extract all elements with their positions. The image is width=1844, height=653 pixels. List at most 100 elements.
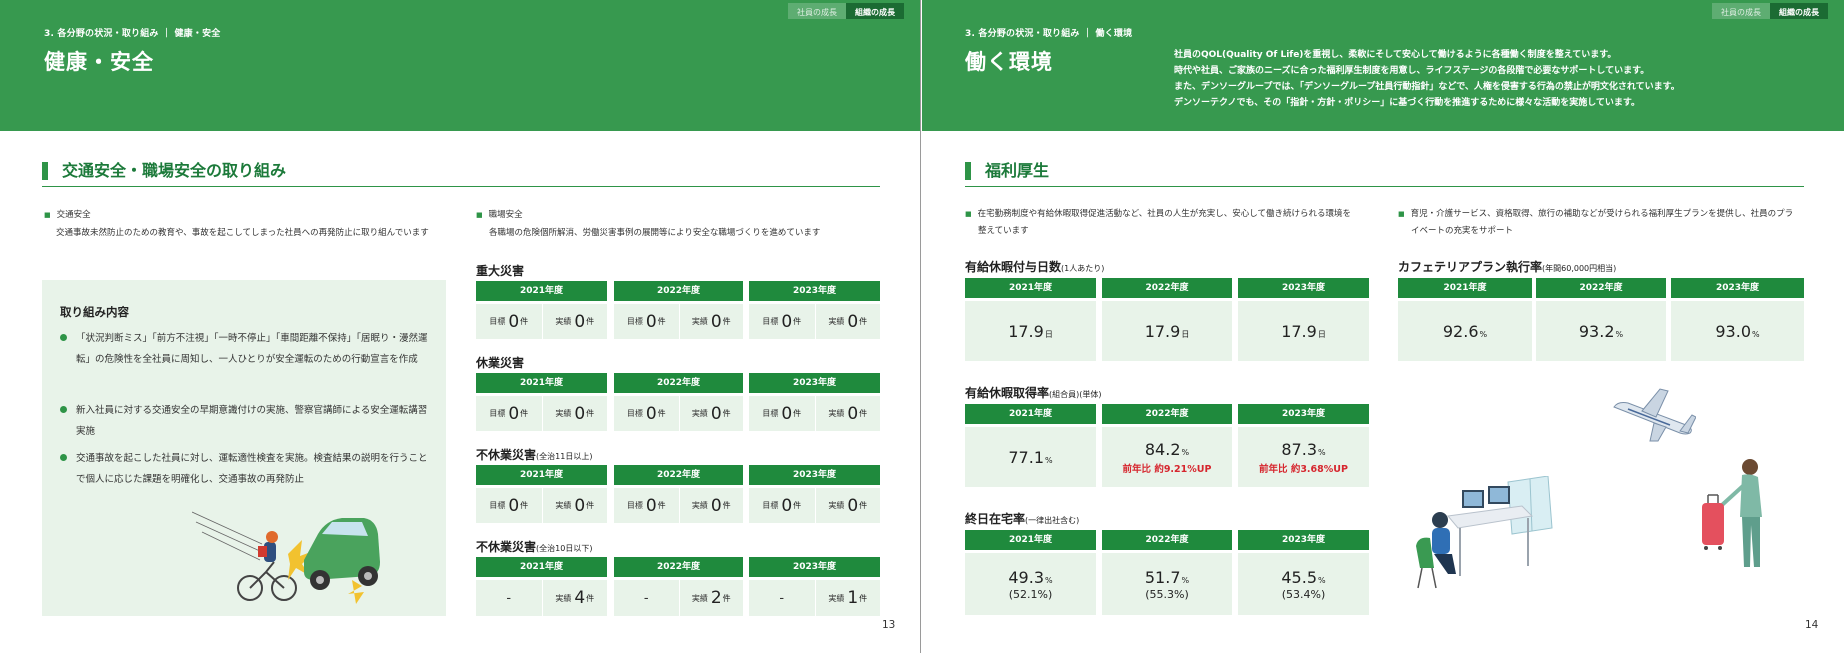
stat-cell: 目標 0 件 実績 0 件 <box>614 488 743 523</box>
year-header: 2023年度 <box>1238 278 1369 298</box>
non-lost-time-10-title: 不休業災害(全治10日以下) <box>476 540 593 554</box>
serious-accident-title: 重大災害 <box>476 264 525 278</box>
actual-value: 実績 0 件 <box>678 488 744 523</box>
traffic-safety-text: 交通事故未然防止のための教育や、事故を起こしてしまった社員への再発防止に取り組ん… <box>56 228 429 238</box>
bullet-dot <box>60 454 67 461</box>
section-tabs: 社員の成長 組織の成長 <box>788 3 904 19</box>
bullet-dot <box>60 334 67 341</box>
intro-line: 社員のQOL(Quality Of Life)を重視し、柔軟にそして安心して働け… <box>1174 50 1617 60</box>
target-value: 目標 0 件 <box>762 495 802 516</box>
year-header: 2022年度 <box>614 373 743 393</box>
year-header: 2023年度 <box>1238 404 1369 424</box>
stat-cell: 目標 0 件 実績 0 件 <box>749 304 880 339</box>
year-header: 2021年度 <box>476 557 607 577</box>
initiative-item: 「状況判断ミス」「前方不注視」「一時不停止」「車間距離不保持」「居眠り・漫然運転… <box>60 328 428 370</box>
stat-cell: 目標 0 件 実績 0 件 <box>476 488 607 523</box>
remote-sub-value: (55.3%) <box>1145 587 1189 601</box>
cafeteria-value: 93.0% <box>1671 301 1804 361</box>
breadcrumb: 3. 各分野の状況・取り組み ｜ 働く環境 <box>965 29 1133 39</box>
stat-cell: 目標 0 件 実績 0 件 <box>614 396 743 431</box>
bullet-line: ■ 育児・介護サービス、資格取得、旅行の補助などが受けられる福利厚生プランを提供し… <box>1398 209 1794 219</box>
year-header: 2021年度 <box>476 465 607 485</box>
section-title: 福利厚生 <box>965 162 1049 180</box>
page-13: 3. 各分野の状況・取り組み ｜ 健康・安全 健康・安全 社員の成長 組織の成長… <box>0 0 921 653</box>
remote-value: 49.3% (52.1%) <box>965 553 1096 615</box>
yoy-note: 前年比 約3.68%UP <box>1259 463 1348 475</box>
year-header: 2023年度 <box>1238 530 1369 550</box>
year-header: 2021年度 <box>476 373 607 393</box>
tab-org-growth[interactable]: 組織の成長 <box>846 3 904 19</box>
year-header: 2021年度 <box>476 281 607 301</box>
year-header: 2023年度 <box>749 281 880 301</box>
tab-employee-growth[interactable]: 社員の成長 <box>788 3 846 19</box>
year-header: 2023年度 <box>749 557 880 577</box>
target-value: 目標 0 件 <box>626 311 666 332</box>
workplace-safety-text: 各職場の危険個所解消、労働災害事例の展開等により安全な職場づくりを進めています <box>489 228 821 238</box>
year-header: 2022年度 <box>1102 278 1232 298</box>
cafeteria-plan-title: カフェテリアプラン執行率(年間60,000円相当) <box>1398 260 1617 274</box>
header-banner: 3. 各分野の状況・取り組み ｜ 働く環境 働く環境 社員のQOL(Qualit… <box>922 0 1844 131</box>
intro-line: デンソーテクノでも、その「指針・方針・ポリシー」に基づく行動を推進するために様々… <box>1174 98 1641 108</box>
lost-time-accident-title: 休業災害 <box>476 356 525 370</box>
initiative-item: 新入社員に対する交通安全の早期意識付けの実施、警察官講師による安全運転講習実施 <box>60 400 428 442</box>
bullet-line: イベートの充実をサポート <box>1411 226 1514 236</box>
tab-employee-growth[interactable]: 社員の成長 <box>1712 3 1770 19</box>
remote-value: 45.5% (53.4%) <box>1238 553 1369 615</box>
paid-rate-value: 84.2% 前年比 約9.21%UP <box>1102 427 1232 487</box>
yoy-note: 前年比 約9.21%UP <box>1122 463 1212 475</box>
traffic-safety-label: 交通安全 <box>44 208 91 220</box>
airplane-illustration <box>1613 388 1696 442</box>
header-banner: 3. 各分野の状況・取り組み ｜ 健康・安全 健康・安全 社員の成長 組織の成長 <box>0 0 920 131</box>
target-value: 目標 0 件 <box>489 403 529 424</box>
actual-value: 実績 0 件 <box>541 304 608 339</box>
target-value: 目標 0 件 <box>762 403 802 424</box>
stat-cell: 目標 0 件 実績 0 件 <box>476 304 607 339</box>
remote-sub-value: (53.4%) <box>1281 587 1326 601</box>
year-header: 2022年度 <box>614 557 743 577</box>
benefit-bullet-1: ■ 在宅勤務制度や有給休暇取得促進活動など、社員の人生が充実し、安心して働き続けら… <box>965 206 1385 240</box>
initiative-text: 「状況判断ミス」「前方不注視」「一時不停止」「車間距離不保持」「居眠り・漫然運転… <box>76 333 428 365</box>
stat-cell: - 実績 1 件 <box>749 580 880 616</box>
car-bicycle-accident-illustration <box>192 511 380 604</box>
benefit-bullet-2: ■ 育児・介護サービス、資格取得、旅行の補助などが受けられる福利厚生プランを提供し… <box>1398 206 1818 240</box>
paid-leave-days-title: 有給休暇付与日数(1人あたり) <box>965 260 1105 274</box>
initiative-item: 交通事故を起こした社員に対し、運転適性検査を実施。検査結果の説明を行うことで個人… <box>60 448 428 490</box>
bullet-line: 整えています <box>978 226 1029 236</box>
actual-value: 実績 2 件 <box>678 580 744 616</box>
year-header: 2021年度 <box>965 278 1096 298</box>
initiative-text: 交通事故を起こした社員に対し、運転適性検査を実施。検査結果の説明を行うことで個人… <box>76 453 428 485</box>
cafeteria-value: 93.2% <box>1536 301 1666 361</box>
year-header: 2021年度 <box>965 404 1096 424</box>
target-value: 目標 0 件 <box>489 311 529 332</box>
workplace-safety-label: 職場安全 <box>476 208 523 220</box>
remote-value: 51.7% (55.3%) <box>1102 553 1232 615</box>
stat-cell: - 実績 2 件 <box>614 580 743 616</box>
target-value: 目標 0 件 <box>762 311 802 332</box>
actual-value: 実績 0 件 <box>541 396 608 431</box>
traveler-with-suitcase-illustration <box>1702 459 1762 567</box>
stat-cell: - 実績 4 件 <box>476 580 607 616</box>
year-header: 2022年度 <box>614 281 743 301</box>
paid-days-value: 17.9日 <box>1102 301 1232 361</box>
year-header: 2022年度 <box>1102 530 1232 550</box>
section-divider <box>42 186 880 187</box>
page-14: 3. 各分野の状況・取り組み ｜ 働く環境 働く環境 社員のQOL(Qualit… <box>922 0 1844 653</box>
actual-value: 実績 0 件 <box>541 488 608 523</box>
paid-rate-value: 87.3% 前年比 約3.68%UP <box>1238 427 1369 487</box>
intro-text: 社員のQOL(Quality Of Life)を重視し、柔軟にそして安心して働け… <box>1174 47 1680 111</box>
remote-sub-value: (52.1%) <box>1008 587 1053 601</box>
year-header: 2021年度 <box>965 530 1096 550</box>
remote-work-rate-title: 終日在宅率(一律出社含む) <box>965 512 1080 526</box>
page-title: 働く環境 <box>965 50 1053 74</box>
tab-org-growth[interactable]: 組織の成長 <box>1770 3 1828 19</box>
bullet-dot <box>60 406 67 413</box>
bullet-line: ■ 在宅勤務制度や有給休暇取得促進活動など、社員の人生が充実し、安心して働き続けら… <box>965 209 1351 219</box>
cafeteria-value: 92.6% <box>1398 301 1532 361</box>
section-title: 交通安全・職場安全の取り組み <box>42 162 286 180</box>
initiative-text: 新入社員に対する交通安全の早期意識付けの実施、警察官講師による安全運転講習実施 <box>76 405 428 437</box>
year-header: 2021年度 <box>1398 278 1532 298</box>
actual-value: 実績 0 件 <box>814 396 881 431</box>
year-header: 2023年度 <box>749 373 880 393</box>
page-number: 13 <box>882 619 896 631</box>
actual-value: 実績 1 件 <box>814 580 881 616</box>
